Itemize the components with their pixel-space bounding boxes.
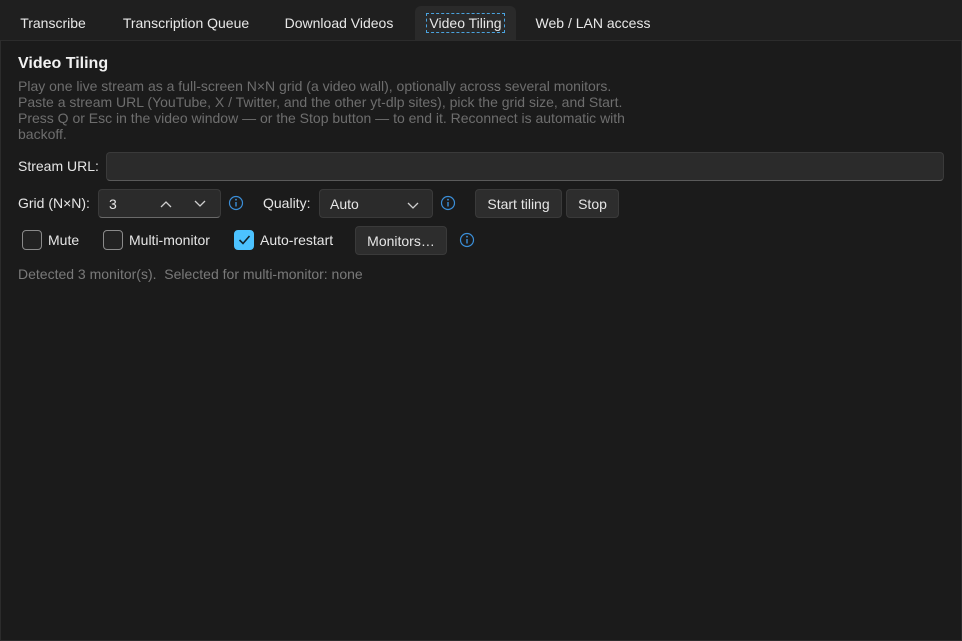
description-line: backoff. — [18, 126, 67, 142]
quality-dropdown[interactable]: Auto — [319, 189, 433, 218]
increment-button[interactable] — [155, 193, 177, 215]
stream-url-input[interactable] — [106, 152, 944, 181]
multi-monitor-label: Multi-monitor — [129, 232, 210, 248]
page-title: Video Tiling — [18, 55, 109, 72]
tab-video-tiling[interactable]: Video Tiling — [415, 6, 516, 40]
multi-monitor-checkbox[interactable] — [103, 230, 123, 250]
tab-label: Video Tiling — [426, 13, 505, 33]
quality-label: Quality: — [263, 195, 311, 211]
chevron-down-icon — [194, 200, 206, 207]
description-line: Play one live stream as a full-screen N×… — [18, 78, 612, 94]
tab-download-videos[interactable]: Download Videos — [274, 6, 404, 40]
grid-size-value: 3 — [109, 196, 117, 212]
mute-label: Mute — [48, 232, 80, 248]
checkmark-icon — [238, 235, 251, 245]
stream-url-label: Stream URL: — [18, 158, 99, 174]
grid-size-spinbox[interactable]: 3 — [98, 189, 221, 218]
chevron-down-icon — [407, 202, 419, 209]
page-description: Play one live stream as a full-screen N×… — [18, 78, 648, 142]
tab-transcription-queue[interactable]: Transcription Queue — [110, 6, 262, 40]
grid-size-label: Grid (N×N): — [18, 195, 90, 211]
monitors-button[interactable]: Monitors… — [355, 226, 447, 255]
start-tiling-button[interactable]: Start tiling — [475, 189, 562, 218]
description-line: Press Q or Esc in the video window — or … — [18, 110, 625, 126]
decrement-button[interactable] — [189, 193, 211, 215]
tab-transcribe[interactable]: Transcribe — [8, 6, 98, 40]
description-line: Paste a stream URL (YouTube, X / Twitter… — [18, 94, 623, 110]
mute-checkbox[interactable] — [22, 230, 42, 250]
tab-web-lan-access[interactable]: Web / LAN access — [526, 6, 660, 40]
auto-restart-checkbox[interactable] — [234, 230, 254, 250]
tab-bar: Transcribe Transcription Queue Download … — [0, 0, 962, 40]
tab-label: Transcription Queue — [122, 15, 250, 31]
grid-info-icon[interactable] — [228, 195, 244, 211]
quality-selected-value: Auto — [330, 196, 359, 212]
tab-label: Download Videos — [284, 15, 394, 31]
status-text: Detected 3 monitor(s). Selected for mult… — [18, 266, 363, 282]
quality-info-icon[interactable] — [440, 195, 456, 211]
tab-label: Transcribe — [20, 15, 86, 31]
chevron-up-icon — [160, 201, 172, 208]
stop-button[interactable]: Stop — [566, 189, 619, 218]
auto-restart-label: Auto-restart — [260, 232, 334, 248]
monitors-info-icon[interactable] — [459, 232, 475, 248]
tab-label: Web / LAN access — [535, 15, 651, 31]
